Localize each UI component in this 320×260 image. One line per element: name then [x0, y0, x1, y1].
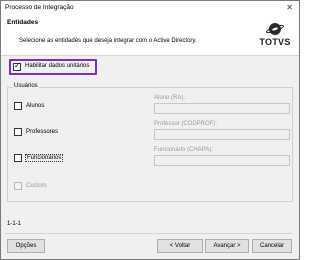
funcionario-chapa-input[interactable] — [154, 155, 290, 166]
cancelar-button[interactable]: Cancelar — [252, 239, 292, 253]
aluno-ra-input[interactable] — [154, 103, 290, 114]
version-label: 1-1-1 — [7, 221, 22, 227]
wizard-header: Entidades Selecione as entidades que des… — [1, 15, 299, 56]
alunos-checkbox[interactable] — [14, 102, 22, 110]
funcionarios-checkbox[interactable] — [14, 154, 22, 162]
professores-checkbox[interactable] — [14, 128, 22, 136]
habilitar-dados-unitarios-option[interactable]: Habilitar dados unitários — [9, 59, 97, 75]
footer-divider — [5, 233, 293, 234]
dialog-window: Processo de Integração ✕ Entidades Selec… — [0, 0, 300, 260]
custom-checkbox[interactable] — [14, 182, 22, 190]
funcionarios-label[interactable]: Funcionários — [25, 154, 64, 162]
usuarios-legend: Usuários — [13, 83, 39, 89]
aluno-ra-label: Aluno (RA): — [154, 95, 186, 101]
window-title: Processo de Integração — [5, 4, 74, 11]
close-icon[interactable]: ✕ — [286, 3, 293, 13]
habilitar-dados-unitarios-label: Habilitar dados unitários — [25, 63, 90, 69]
funcionario-chapa-label: Funcionário (CHAPA): — [154, 147, 213, 153]
voltar-button[interactable]: < Voltar — [157, 239, 203, 253]
totvs-logo: TOTVS — [257, 22, 293, 50]
opcoes-button[interactable]: Opções — [7, 239, 45, 253]
professores-label[interactable]: Professores — [26, 129, 58, 135]
alunos-label[interactable]: Alunos — [26, 103, 44, 109]
usuarios-group: Usuários Alunos Aluno (RA): Professores … — [7, 83, 293, 202]
title-bar: Processo de Integração ✕ — [1, 1, 299, 15]
habilitar-dados-unitarios-checkbox[interactable] — [13, 61, 21, 71]
professor-codprof-label: Professor (CODPROF): — [154, 121, 218, 127]
professor-codprof-input[interactable] — [154, 129, 290, 140]
page-description: Selecione as entidades que deseja integr… — [19, 38, 197, 44]
custom-label: Custom — [26, 183, 47, 189]
page-title: Entidades — [7, 19, 39, 26]
totvs-logo-mark — [266, 23, 284, 35]
totvs-logo-text: TOTVS — [259, 37, 291, 47]
avancar-button[interactable]: Avançar > — [205, 239, 249, 253]
